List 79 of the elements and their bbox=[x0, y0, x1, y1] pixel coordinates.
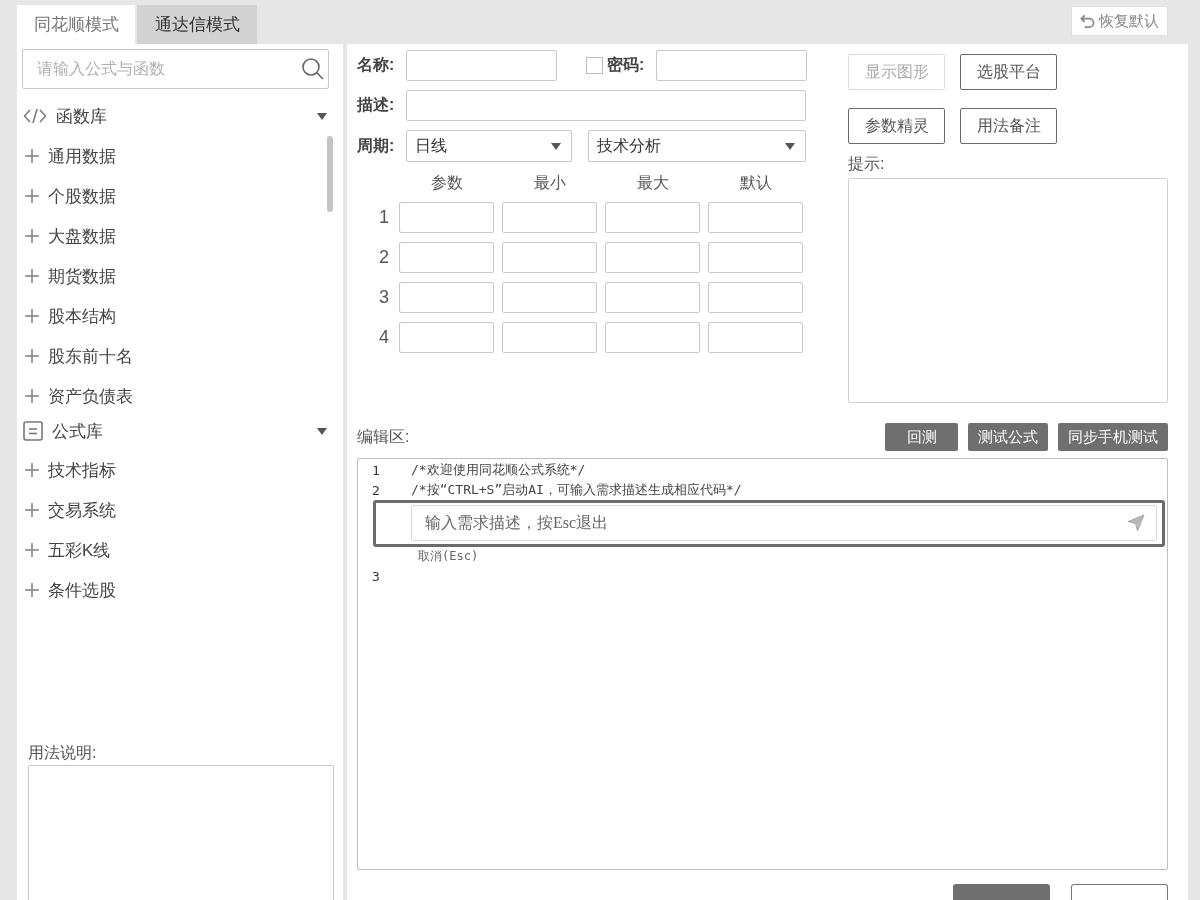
tool-button[interactable]: 选股平台 bbox=[960, 54, 1057, 90]
code-line: /*欢迎使用同花顺公式系统*/ bbox=[411, 461, 586, 479]
row-number: 1 bbox=[379, 206, 390, 229]
param-field[interactable] bbox=[605, 202, 700, 233]
action-button[interactable]: 回测 bbox=[885, 423, 958, 451]
code-line: /*按“CTRL+S”启动AI，可输入需求描述生成相应代码*/ bbox=[411, 481, 742, 499]
column-header: 最大 bbox=[636, 173, 669, 193]
restore-default-button[interactable]: 恢复默认 bbox=[1071, 6, 1168, 36]
tree-item[interactable]: 大盘数据 bbox=[17, 216, 116, 256]
tree-item[interactable]: 资产负债表 bbox=[17, 376, 133, 412]
field-label: 周期: bbox=[357, 135, 396, 156]
param-field[interactable] bbox=[708, 282, 803, 313]
param-field[interactable] bbox=[605, 282, 700, 313]
caret-icon bbox=[785, 142, 795, 150]
send-icon[interactable] bbox=[1127, 514, 1145, 532]
param-field[interactable] bbox=[399, 322, 494, 353]
tool-button[interactable]: 参数精灵 bbox=[848, 108, 945, 144]
param-field[interactable] bbox=[502, 282, 597, 313]
column-header: 默认 bbox=[739, 173, 772, 193]
primary-button[interactable] bbox=[953, 884, 1050, 900]
password-field[interactable] bbox=[656, 50, 807, 81]
mode-tab[interactable]: 通达信模式 bbox=[137, 5, 257, 44]
code-icon bbox=[23, 108, 47, 124]
hint-label: 提示: bbox=[848, 154, 885, 174]
row-number: 4 bbox=[379, 326, 390, 349]
column-header: 最小 bbox=[533, 173, 566, 193]
mode-tab[interactable]: 同花顺模式 bbox=[17, 5, 135, 44]
undo-icon bbox=[1080, 13, 1095, 29]
cancel-link[interactable]: 取消(Esc) bbox=[418, 548, 479, 565]
param-field[interactable] bbox=[399, 282, 494, 313]
code-editor[interactable]: 1 /*欢迎使用同花顺公式系统*/ 2 /*按“CTRL+S”启动AI，可输入需求描述生成相应代码*/ 输入需求描述，按Esc退出 取消(Esc) 3 bbox=[357, 458, 1168, 870]
row-number: 3 bbox=[379, 286, 390, 309]
tool-button[interactable]: 用法备注 bbox=[960, 108, 1057, 144]
param-field[interactable] bbox=[605, 322, 700, 353]
param-field[interactable] bbox=[605, 242, 700, 273]
param-field[interactable] bbox=[399, 202, 494, 233]
field-label: 密码: bbox=[607, 55, 646, 75]
tree-item[interactable]: 股东前十名 bbox=[17, 336, 133, 376]
line-number: 1 bbox=[372, 462, 380, 478]
usage-label: 用法说明: bbox=[28, 743, 97, 763]
usage-text-box[interactable] bbox=[28, 765, 334, 900]
caret-icon bbox=[551, 142, 561, 150]
line-number: 2 bbox=[372, 482, 380, 498]
param-field[interactable] bbox=[708, 242, 803, 273]
tree-item[interactable]: 五彩K线 bbox=[17, 530, 111, 570]
search-icon bbox=[302, 58, 324, 80]
field-label: 名称: bbox=[357, 55, 396, 75]
tree-item[interactable]: 通用数据 bbox=[17, 136, 116, 176]
secondary-button[interactable] bbox=[1071, 884, 1168, 900]
section-header[interactable]: 函数库 bbox=[17, 96, 343, 136]
name-field[interactable] bbox=[406, 50, 557, 81]
param-field[interactable] bbox=[708, 322, 803, 353]
param-field[interactable] bbox=[708, 202, 803, 233]
description-field[interactable] bbox=[406, 90, 806, 121]
search-field[interactable]: 请输入公式与函数 bbox=[22, 49, 329, 89]
tree-item[interactable]: 个股数据 bbox=[17, 176, 116, 216]
param-field[interactable] bbox=[502, 202, 597, 233]
tree-item[interactable]: 交易系统 bbox=[17, 490, 116, 530]
tree-item[interactable]: 条件选股 bbox=[17, 570, 116, 610]
row-number: 2 bbox=[379, 246, 390, 269]
tree-item[interactable]: 股本结构 bbox=[17, 296, 116, 336]
tree-item[interactable]: 期货数据 bbox=[17, 256, 116, 296]
action-button[interactable]: 同步手机测试 bbox=[1058, 423, 1168, 451]
tree-item[interactable]: 技术指标 bbox=[17, 450, 116, 490]
action-button[interactable]: 测试公式 bbox=[968, 423, 1048, 451]
document-icon bbox=[23, 421, 43, 441]
param-field[interactable] bbox=[399, 242, 494, 273]
param-field[interactable] bbox=[502, 322, 597, 353]
checkbox[interactable] bbox=[586, 57, 603, 74]
param-field[interactable] bbox=[502, 242, 597, 273]
column-header: 参数 bbox=[430, 173, 463, 193]
category-select[interactable]: 技术分析 bbox=[588, 130, 806, 162]
scrollbar[interactable] bbox=[327, 136, 333, 212]
editor-label: 编辑区: bbox=[357, 426, 410, 447]
period-select[interactable]: 日线 bbox=[406, 130, 572, 162]
field-label: 描述: bbox=[357, 95, 396, 115]
prompt-input[interactable]: 输入需求描述，按Esc退出 bbox=[411, 505, 1157, 541]
line-number: 3 bbox=[372, 568, 380, 584]
section-header[interactable]: 公式库 bbox=[17, 412, 343, 450]
